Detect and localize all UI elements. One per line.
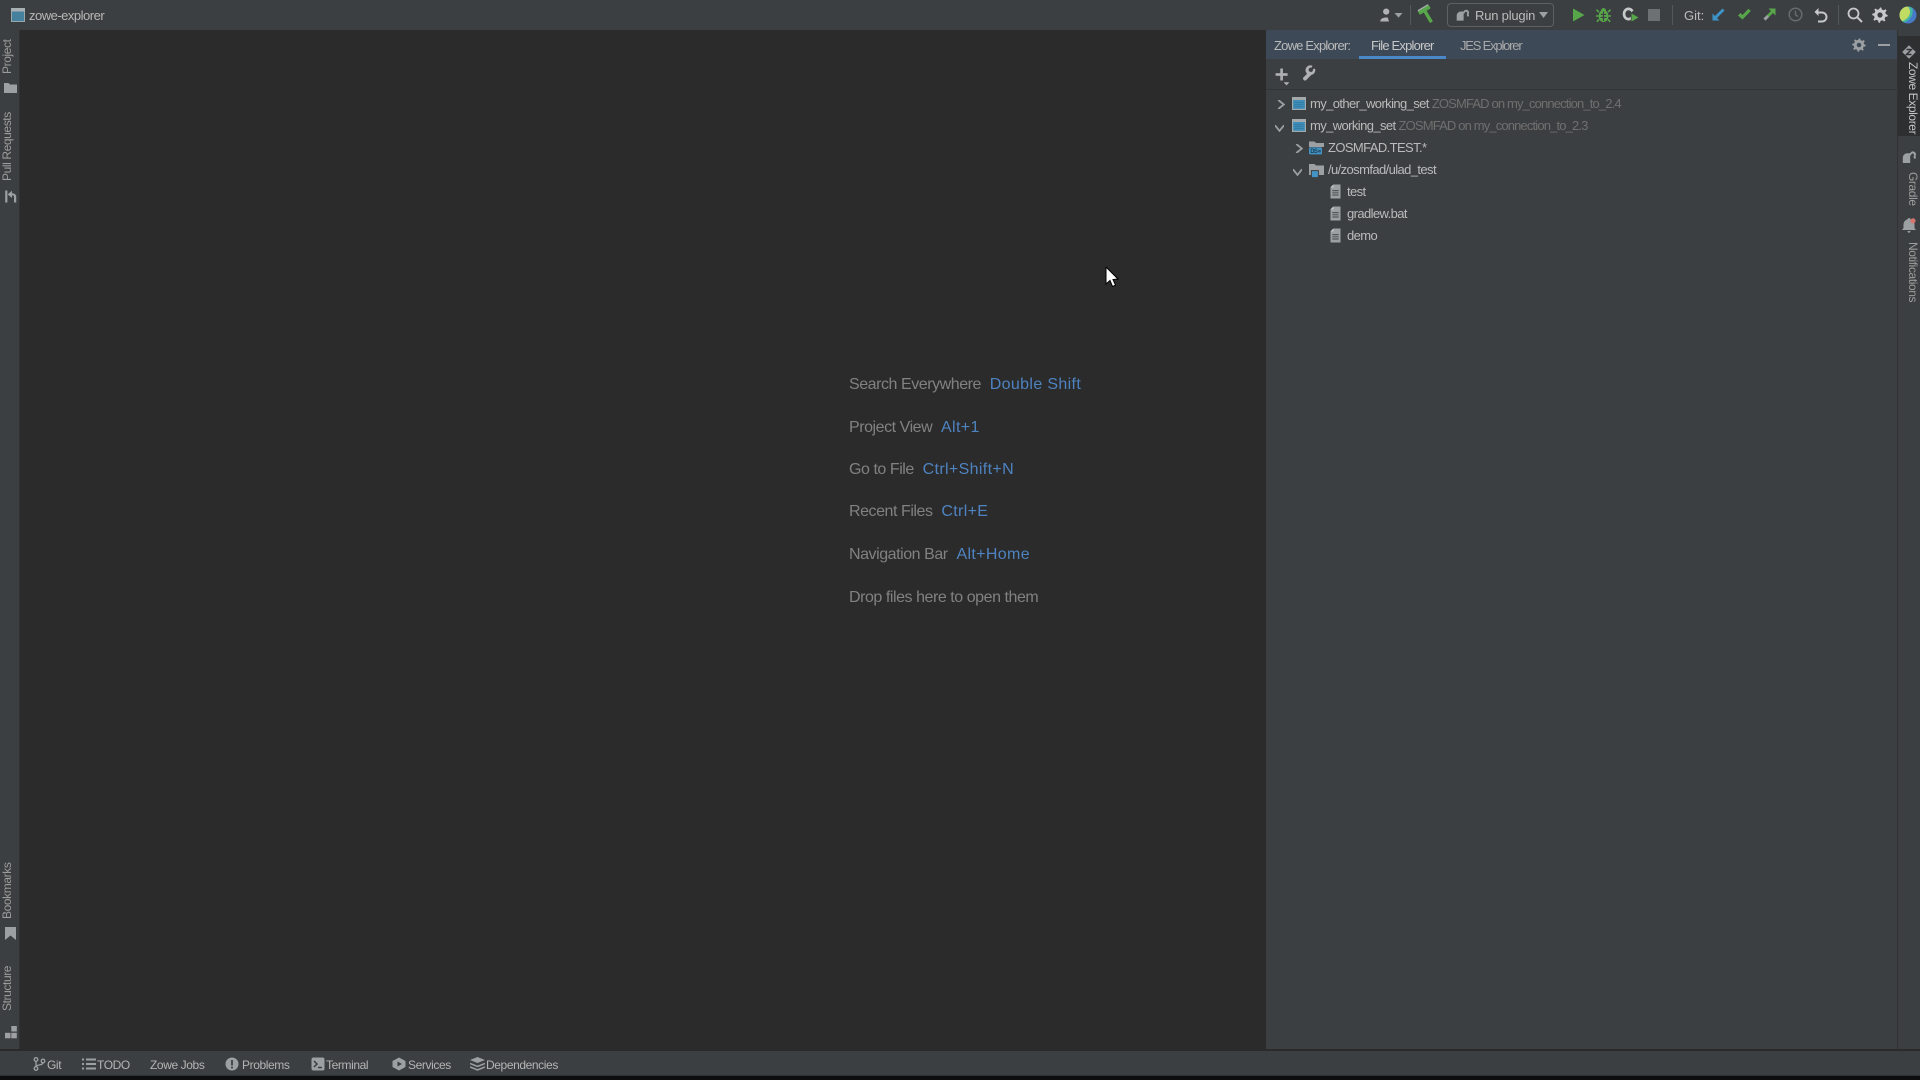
svg-text:DS: DS bbox=[1310, 149, 1318, 155]
